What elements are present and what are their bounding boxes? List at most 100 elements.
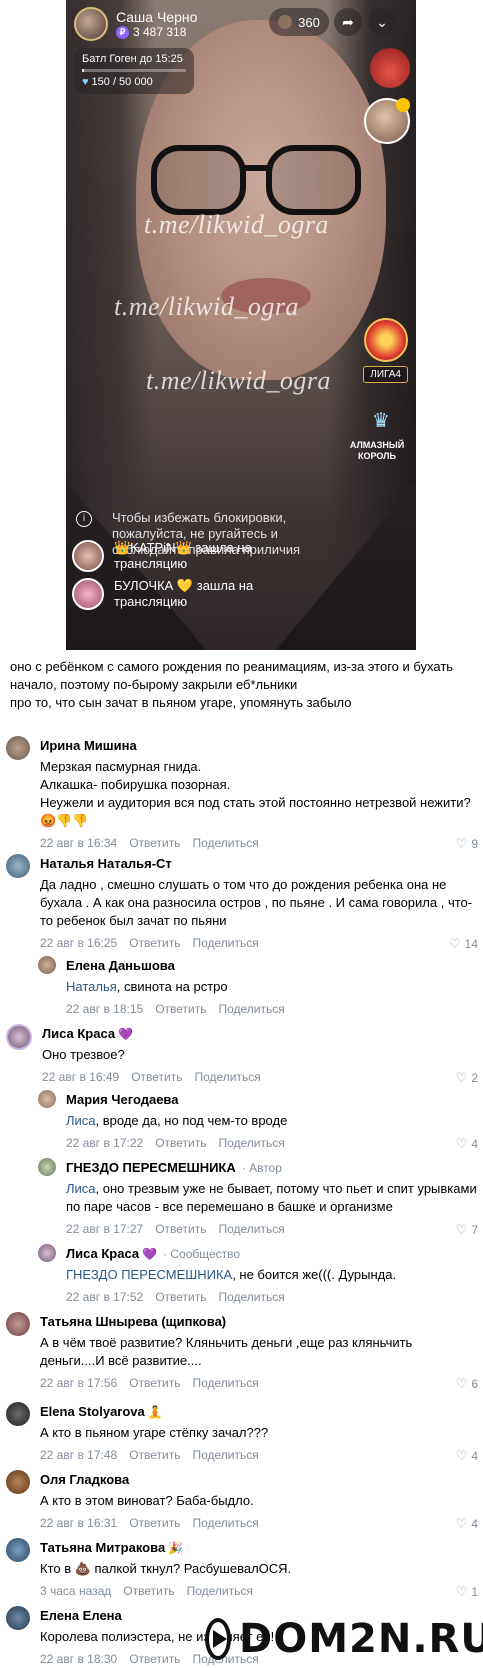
comment-time[interactable]: 22 авг в 16:31 — [40, 1516, 117, 1530]
like-button[interactable]: ♡ 4 — [456, 1448, 478, 1464]
comment-author-name[interactable]: ГНЕЗДО ПЕРЕСМЕШНИКА — [66, 1160, 236, 1175]
share-button[interactable]: Поделиться — [187, 1584, 253, 1598]
host-name[interactable]: Саша Черно — [116, 9, 197, 25]
share-button[interactable]: Поделиться — [194, 1070, 260, 1084]
comment-author-name[interactable]: Лиса Краса — [42, 1026, 115, 1041]
like-button[interactable]: ♡ 2 — [456, 1070, 478, 1086]
comment-author-name[interactable]: Елена Елена — [40, 1608, 122, 1623]
comment-avatar[interactable] — [38, 1090, 56, 1108]
comment-author[interactable]: ГНЕЗДО ПЕРЕСМЕШНИКА · Автор — [66, 1160, 282, 1175]
comment-author[interactable]: Елена Елена — [40, 1608, 122, 1623]
comment-author[interactable]: Лиса Краса 💜 · Сообщество — [66, 1246, 240, 1261]
host-avatar[interactable] — [74, 7, 108, 41]
comment-author[interactable]: Оля Гладкова — [40, 1472, 129, 1487]
comment-time[interactable]: 22 авг в 16:25 — [40, 936, 117, 950]
comment-author-name[interactable]: Мария Чегодаева — [66, 1092, 179, 1107]
like-button[interactable]: ♡ 9 — [456, 836, 478, 852]
league-icon[interactable] — [364, 318, 408, 362]
comment-time[interactable]: 22 авг в 18:15 — [66, 1002, 143, 1016]
comment-author[interactable]: Татьяна Шнырева (щипкова) — [40, 1314, 226, 1329]
like-button[interactable]: ♡ 7 — [456, 1222, 478, 1238]
reply-button[interactable]: Ответить — [129, 1448, 180, 1462]
comment-avatar[interactable] — [38, 1244, 56, 1262]
cake-gift-icon[interactable] — [370, 48, 410, 88]
reply-button[interactable]: Ответить — [129, 1376, 180, 1390]
comment-author[interactable]: Мария Чегодаева — [66, 1092, 179, 1107]
reply-button[interactable]: Ответить — [129, 936, 180, 950]
comment-time[interactable]: 22 авг в 17:56 — [40, 1376, 117, 1390]
comment-author[interactable]: Ирина Мишина — [40, 738, 137, 753]
reply-button[interactable]: Ответить — [155, 1002, 206, 1016]
comment-author-name[interactable]: Татьяна Митракова — [40, 1540, 165, 1555]
comment-author-name[interactable]: Лиса Краса — [66, 1246, 139, 1261]
diamond-crown-icon[interactable]: ♛ — [366, 410, 396, 432]
comment-avatar[interactable] — [6, 854, 30, 878]
comment-avatar[interactable] — [6, 1312, 30, 1336]
comment-author[interactable]: Елена Даньшова — [66, 958, 175, 973]
reply-button[interactable]: Ответить — [155, 1290, 206, 1304]
comment-avatar[interactable] — [6, 1538, 30, 1562]
comment-avatar[interactable] — [6, 1470, 30, 1494]
reply-button[interactable]: Ответить — [155, 1136, 206, 1150]
comment-author[interactable]: Elena Stolyarova 🧘 — [40, 1404, 163, 1419]
comment-time[interactable]: 22 авг в 17:22 — [66, 1136, 143, 1150]
reply-button[interactable]: Ответить — [131, 1070, 182, 1084]
comment-author[interactable]: Лиса Краса 💜 — [42, 1026, 133, 1041]
comment-time[interactable]: 3 часа назад — [40, 1584, 111, 1598]
reply-button[interactable]: Ответить — [129, 1652, 180, 1666]
comment-time[interactable]: 22 авг в 18:30 — [40, 1652, 117, 1666]
comment-time[interactable]: 22 авг в 16:49 — [42, 1070, 119, 1084]
like-button[interactable]: ♡ 4 — [456, 1136, 478, 1152]
mention-link[interactable]: Лиса — [66, 1113, 96, 1128]
share-button[interactable]: Поделиться — [192, 936, 258, 950]
comment-avatar[interactable] — [6, 1402, 30, 1426]
reply-button[interactable]: Ответить — [129, 836, 180, 850]
like-button[interactable]: ♡ 4 — [456, 1516, 478, 1532]
comment-avatar[interactable] — [38, 956, 56, 974]
comment-author-name[interactable]: Оля Гладкова — [40, 1472, 129, 1487]
comment-author-name[interactable]: Татьяна Шнырева (щипкова) — [40, 1314, 226, 1329]
reply-button[interactable]: Ответить — [129, 1516, 180, 1530]
mention-link[interactable]: Лиса — [66, 1181, 96, 1196]
mention-link[interactable]: ГНЕЗДО ПЕРЕСМЕШНИКА — [66, 1267, 232, 1282]
comment-author-name[interactable]: Elena Stolyarova — [40, 1404, 145, 1419]
reply-button[interactable]: Ответить — [123, 1584, 174, 1598]
comment-time[interactable]: 22 авг в 17:27 — [66, 1222, 143, 1236]
share-button[interactable]: Поделиться — [192, 836, 258, 850]
share-button[interactable]: Поделиться — [218, 1290, 284, 1304]
comment-author[interactable]: Татьяна Митракова 🎉 — [40, 1540, 183, 1555]
comment-text: Да ладно , смешно слушать о том что до р… — [40, 877, 473, 928]
viewer-avatar[interactable] — [72, 540, 104, 572]
live-stream-video[interactable]: t.me/likwid_ogra t.me/likwid_ogra t.me/l… — [66, 0, 416, 650]
like-button[interactable]: ♡ 1 — [456, 1584, 478, 1600]
mention-link[interactable]: Наталья — [66, 979, 117, 994]
share-icon[interactable]: ➦ — [334, 8, 362, 36]
comment-time[interactable]: 22 авг в 17:52 — [66, 1290, 143, 1304]
top-donor-avatar[interactable] — [364, 98, 410, 144]
battle-widget[interactable]: Батл Гоген до 15:25 ♥ 150 / 50 000 — [74, 48, 194, 94]
share-button[interactable]: Поделиться — [192, 1376, 258, 1390]
comment-time[interactable]: 22 авг в 17:48 — [40, 1448, 117, 1462]
viewers-counter[interactable]: 360 — [269, 8, 329, 36]
comment-avatar[interactable] — [6, 1024, 32, 1050]
like-button[interactable]: ♡ 6 — [456, 1376, 478, 1392]
like-button[interactable]: ♡ 14 — [449, 936, 478, 952]
viewer-avatar[interactable] — [72, 578, 104, 610]
reply-button[interactable]: Ответить — [155, 1222, 206, 1236]
comment-author-name[interactable]: Наталья Наталья-Ст — [40, 856, 172, 871]
comment-author-name[interactable]: Ирина Мишина — [40, 738, 137, 753]
comment-avatar[interactable] — [6, 736, 30, 760]
comment-author-name[interactable]: Елена Даньшова — [66, 958, 175, 973]
comment-avatar[interactable] — [6, 1606, 30, 1630]
share-button[interactable]: Поделиться — [218, 1002, 284, 1016]
host-info[interactable]: Саша Черно ₽ 3 487 318 — [74, 6, 197, 42]
comment-avatar[interactable] — [38, 1158, 56, 1176]
chevron-down-icon[interactable]: ⌄ — [368, 8, 396, 36]
share-button[interactable]: Поделиться — [192, 1516, 258, 1530]
share-button[interactable]: Поделиться — [218, 1136, 284, 1150]
league-label[interactable]: ЛИГА4 — [363, 366, 408, 383]
share-button[interactable]: Поделиться — [218, 1222, 284, 1236]
comment-author[interactable]: Наталья Наталья-Ст — [40, 856, 172, 871]
comment-time[interactable]: 22 авг в 16:34 — [40, 836, 117, 850]
share-button[interactable]: Поделиться — [192, 1448, 258, 1462]
